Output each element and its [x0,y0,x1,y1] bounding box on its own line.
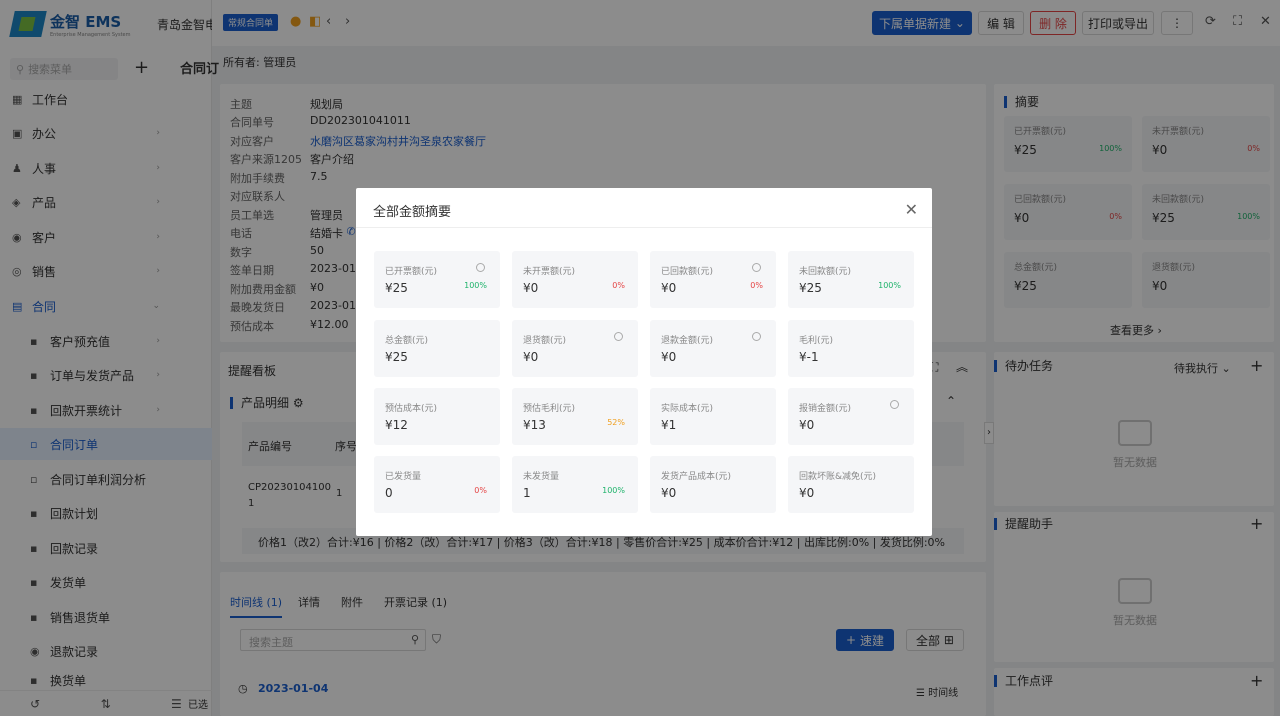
amount-card: 预估毛利(元) ¥13 52% [512,388,638,445]
amount-card: 退款金额(元) ¥0 [650,320,776,377]
amount-card-label: 未回款额(元) [799,267,852,277]
amount-card-label: 已回款额(元) [661,267,714,277]
amount-card-label: 未开票额(元) [523,267,576,277]
amount-card: 已回款额(元) ¥0 0% [650,251,776,308]
amount-card-value: ¥0 [661,486,677,500]
amount-card-percent: 0% [750,281,763,290]
amount-card-percent: 0% [612,281,625,290]
clock-icon [890,400,899,409]
amount-card-label: 预估毛利(元) [523,404,576,414]
amount-card-label: 退款金额(元) [661,336,714,346]
amount-card-value: ¥25 [385,281,408,295]
amount-card-percent: 100% [602,486,625,495]
amount-card-value: ¥12 [385,418,408,432]
amount-card-percent: 0% [474,486,487,495]
amount-card: 未开票额(元) ¥0 0% [512,251,638,308]
amount-card-value: ¥-1 [799,350,819,364]
modal-divider [356,227,932,228]
amount-card-value: 1 [523,486,531,500]
amount-card: 预估成本(元) ¥12 [374,388,500,445]
amount-card-value: 0 [385,486,393,500]
modal-title: 全部金额摘要 [373,205,452,220]
amount-card-value: ¥0 [523,350,539,364]
amount-card-value: ¥1 [661,418,677,432]
amount-card-value: ¥25 [385,350,408,364]
amount-card-value: ¥0 [661,281,677,295]
amount-card-percent: 100% [464,281,487,290]
close-icon[interactable]: ✕ [905,200,918,219]
amount-card-label: 预估成本(元) [385,404,438,414]
amount-card: 总金额(元) ¥25 [374,320,500,377]
amount-card: 未发货量 1 100% [512,456,638,513]
amount-card-value: ¥25 [799,281,822,295]
amount-card-label: 总金额(元) [385,336,429,346]
amount-card-label: 报销金额(元) [799,404,852,414]
amount-card: 未回款额(元) ¥25 100% [788,251,914,308]
clock-icon [614,332,623,341]
amount-card: 报销金额(元) ¥0 [788,388,914,445]
amount-card: 已发货量 0 0% [374,456,500,513]
amount-card-label: 已发货量 [385,472,422,482]
amount-card: 已开票额(元) ¥25 100% [374,251,500,308]
amount-card-label: 发货产品成本(元) [661,472,732,482]
amount-card-percent: 52% [607,418,625,427]
amount-card-label: 毛利(元) [799,336,834,346]
amount-card-value: ¥13 [523,418,546,432]
amount-card: 实际成本(元) ¥1 [650,388,776,445]
amount-card-label: 已开票额(元) [385,267,438,277]
amount-card-label: 未发货量 [523,472,560,482]
amount-card: 发货产品成本(元) ¥0 [650,456,776,513]
amount-card-value: ¥0 [799,418,815,432]
clock-icon [476,263,485,272]
amount-card: 回款坏账&减免(元) ¥0 [788,456,914,513]
amount-card-value: ¥0 [523,281,539,295]
clock-icon [752,332,761,341]
clock-icon [752,263,761,272]
amount-card-percent: 100% [878,281,901,290]
amount-card-label: 回款坏账&减免(元) [799,472,877,482]
amount-card-label: 退货额(元) [523,336,567,346]
amount-card: 退货额(元) ¥0 [512,320,638,377]
amount-summary-modal: 全部金额摘要 ✕ 已开票额(元) ¥25 100% 未开票额(元) ¥0 0% 已回款额… [356,188,932,536]
amount-card-label: 实际成本(元) [661,404,714,414]
amount-card-value: ¥0 [799,486,815,500]
amount-card-value: ¥0 [661,350,677,364]
amount-card: 毛利(元) ¥-1 [788,320,914,377]
